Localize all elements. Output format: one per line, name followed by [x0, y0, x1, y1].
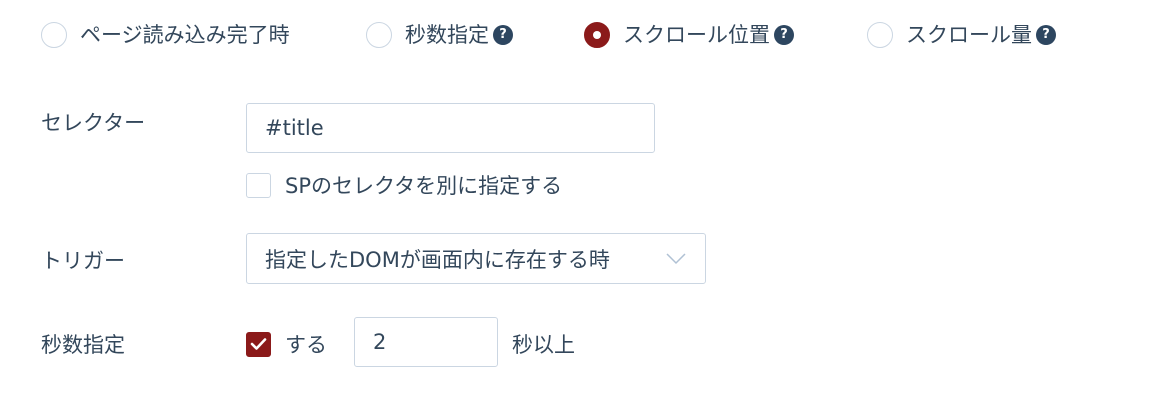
sp-selector-checkbox-label: SPのセレクタを別に指定する: [285, 174, 563, 198]
check-icon: [250, 338, 267, 350]
sp-selector-checkbox-row[interactable]: SPのセレクタを別に指定する: [246, 170, 562, 200]
trigger-label: トリガー: [41, 249, 125, 273]
chevron-down-icon: [666, 252, 686, 264]
help-icon[interactable]: ?: [774, 25, 794, 45]
seconds-suffix: 秒以上: [512, 333, 575, 357]
scroll-trigger-settings: ページ読み込み完了時 秒数指定 ? スクロール位置 ? スクロール量 ? セレク…: [0, 0, 1152, 418]
radio-button[interactable]: [366, 22, 392, 48]
trigger-selected-value: 指定したDOMが画面内に存在する時: [265, 247, 610, 272]
radio-dot: [593, 31, 601, 39]
selector-input[interactable]: [246, 103, 655, 153]
seconds-input[interactable]: [354, 317, 498, 367]
help-icon[interactable]: ?: [493, 25, 513, 45]
trigger-select[interactable]: 指定したDOMが画面内に存在する時: [246, 233, 706, 284]
help-icon[interactable]: ?: [1036, 25, 1056, 45]
selector-label: セレクター: [41, 111, 146, 135]
sp-selector-checkbox[interactable]: [246, 172, 271, 198]
radio-button-selected[interactable]: [584, 22, 610, 48]
radio-label: スクロール量: [906, 23, 1032, 47]
radio-scroll-position[interactable]: スクロール位置 ?: [584, 21, 794, 49]
radio-button[interactable]: [867, 22, 893, 48]
seconds-enable-checkbox[interactable]: [246, 331, 271, 357]
radio-label: 秒数指定: [405, 23, 489, 47]
radio-label: スクロール位置: [623, 23, 770, 47]
radio-label: ページ読み込み完了時: [80, 23, 290, 47]
radio-page-load[interactable]: ページ読み込み完了時: [41, 21, 290, 49]
seconds-enable-row[interactable]: する: [246, 329, 327, 359]
radio-scroll-amount[interactable]: スクロール量 ?: [867, 21, 1056, 49]
radio-seconds[interactable]: 秒数指定 ?: [366, 21, 513, 49]
seconds-label: 秒数指定: [41, 333, 125, 357]
radio-button[interactable]: [41, 22, 67, 48]
seconds-enable-label: する: [285, 333, 327, 357]
